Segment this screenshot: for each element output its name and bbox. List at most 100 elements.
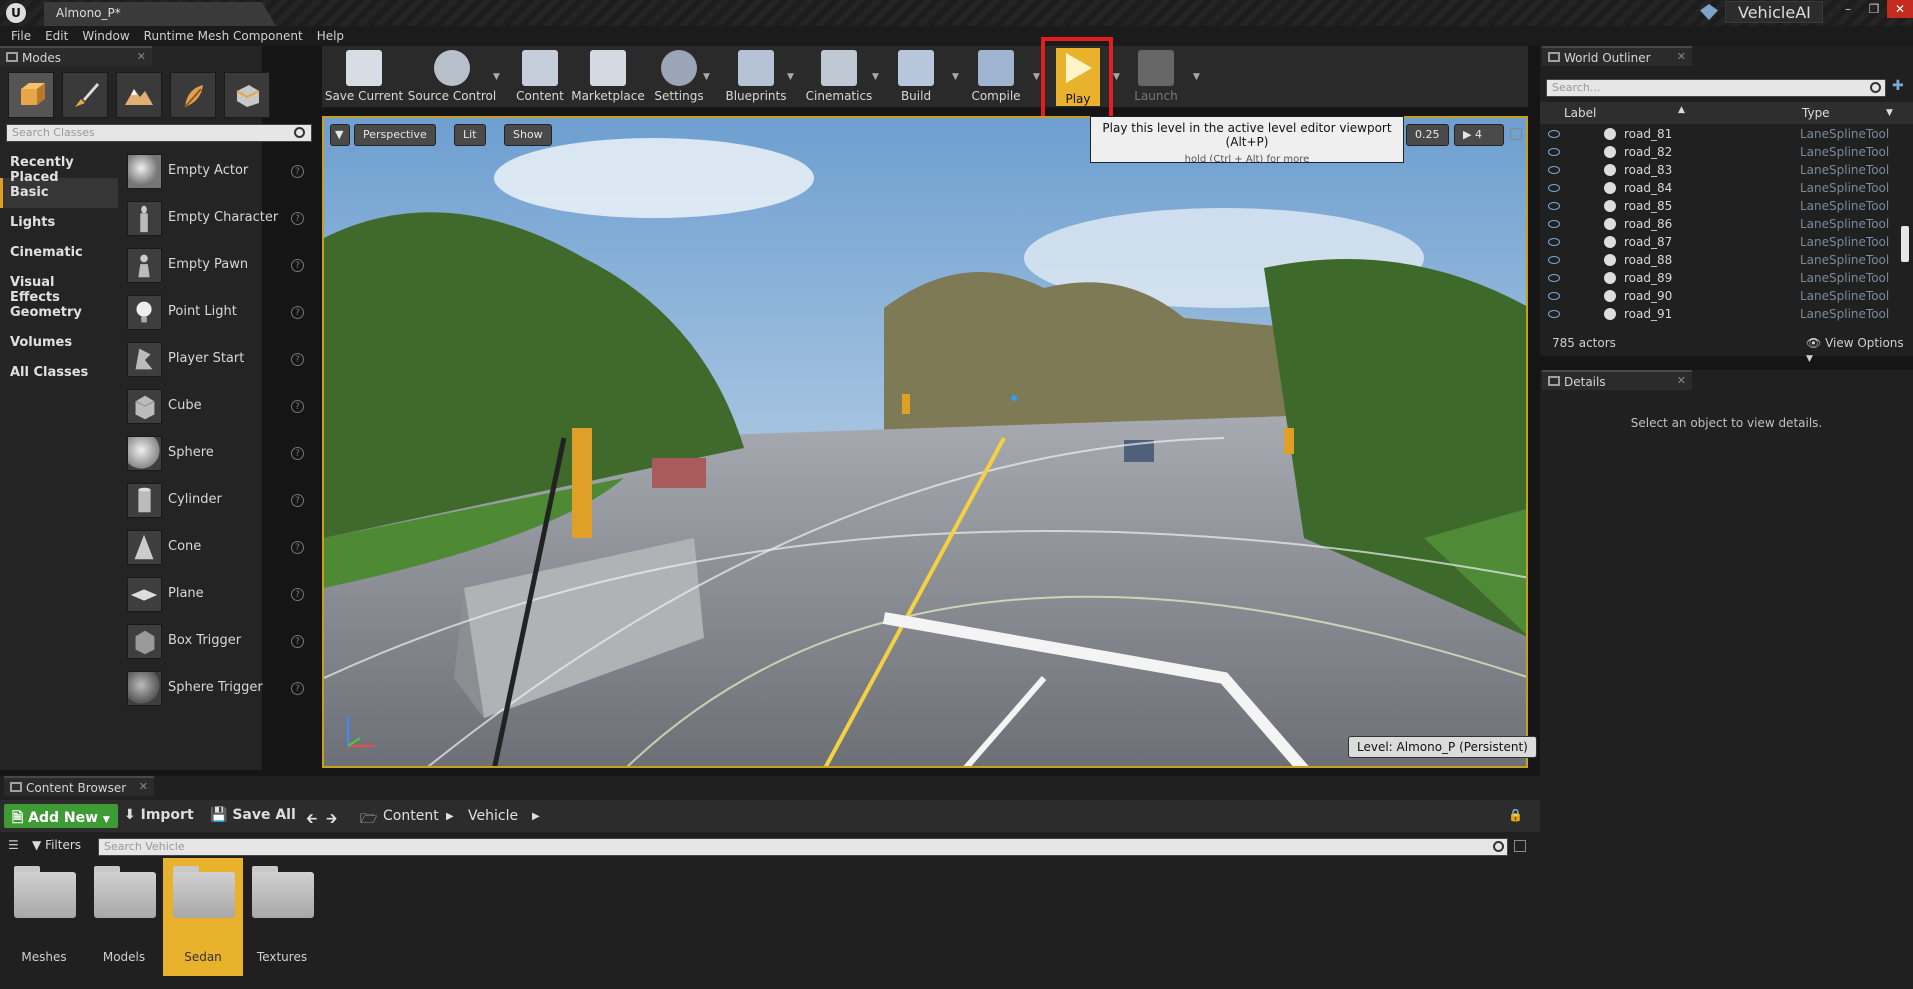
landscape-mode-button[interactable] [116, 72, 162, 118]
visibility-eye-icon[interactable] [1548, 310, 1560, 318]
actor-item[interactable]: Plane? [119, 571, 312, 618]
chevron-down-icon[interactable]: ▼ [703, 72, 713, 82]
help-icon[interactable]: ? [291, 682, 304, 695]
geometry-mode-button[interactable] [224, 72, 270, 118]
folder-sedan[interactable]: Sedan [163, 858, 243, 976]
outliner-search-input[interactable]: Search... [1546, 79, 1886, 97]
chevron-down-icon[interactable]: ▼ [952, 72, 962, 82]
source-control-button[interactable]: Source Control [406, 48, 498, 106]
visibility-eye-icon[interactable] [1548, 202, 1560, 210]
category-lights[interactable]: Lights [0, 208, 118, 238]
actor-item[interactable]: Sphere Trigger? [119, 665, 312, 712]
visibility-eye-icon[interactable] [1548, 292, 1560, 300]
visibility-eye-icon[interactable] [1548, 148, 1560, 156]
help-icon[interactable]: ? [291, 541, 304, 554]
actor-item[interactable]: Point Light? [119, 289, 312, 336]
chevron-down-icon[interactable]: ▼ [1886, 108, 1893, 118]
tab-content-browser[interactable]: Content Browser ✕ [4, 776, 154, 796]
chevron-down-icon[interactable]: ▼ [872, 72, 882, 82]
marketplace-button[interactable]: Marketplace [570, 48, 646, 106]
help-icon[interactable]: ? [291, 588, 304, 601]
add-new-button[interactable]: 🗎 Add New ▼ [4, 804, 118, 828]
maximize-icon[interactable]: ❐ [1861, 0, 1887, 18]
help-icon[interactable]: ? [291, 447, 304, 460]
folder-textures[interactable]: Textures [242, 858, 322, 976]
category-recently-placed[interactable]: Recently Placed [0, 148, 118, 185]
chevron-down-icon[interactable]: ▼ [493, 72, 503, 82]
minimize-icon[interactable]: – [1835, 0, 1861, 18]
level-viewport[interactable]: ▼ Perspective Lit Show 0.25 ▶ 4 [322, 116, 1528, 768]
show-button[interactable]: Show [504, 124, 552, 146]
outliner-row[interactable]: road_91 LaneSplineTool [1540, 305, 1900, 323]
visibility-eye-icon[interactable] [1548, 238, 1560, 246]
outliner-row[interactable]: road_90 LaneSplineTool [1540, 287, 1900, 305]
tab-modes[interactable]: Modes ✕ [0, 46, 152, 66]
category-all-classes[interactable]: All Classes [0, 358, 118, 388]
category-cinematic[interactable]: Cinematic [0, 238, 118, 268]
visibility-eye-icon[interactable] [1548, 274, 1560, 282]
close-icon[interactable]: ✕ [137, 50, 146, 63]
menu-file[interactable]: File [4, 29, 38, 43]
viewport-options-button[interactable]: ▼ [330, 124, 350, 146]
close-icon[interactable]: ✕ [1887, 0, 1913, 18]
add-actor-icon[interactable]: ✚ [1892, 78, 1904, 94]
outliner-scrollbar[interactable] [1901, 226, 1909, 262]
tab-world-outliner[interactable]: World Outliner ✕ [1542, 46, 1692, 66]
menu-window[interactable]: Window [75, 29, 136, 43]
content-button[interactable]: Content [512, 48, 568, 106]
chevron-right-icon[interactable]: ▶ [446, 811, 454, 822]
visibility-eye-icon[interactable] [1548, 166, 1560, 174]
perspective-button[interactable]: Perspective [354, 124, 436, 146]
help-icon[interactable]: ? [291, 494, 304, 507]
outliner-row[interactable]: road_83 LaneSplineTool [1540, 161, 1900, 179]
outliner-row[interactable]: road_84 LaneSplineTool [1540, 179, 1900, 197]
document-tab[interactable]: Almono_P* [44, 2, 276, 26]
search-classes-input[interactable]: Search Classes [6, 124, 312, 142]
actor-item[interactable]: Empty Pawn? [119, 242, 312, 289]
outliner-row[interactable]: road_89 LaneSplineTool [1540, 269, 1900, 287]
menu-help[interactable]: Help [310, 29, 351, 43]
actor-item[interactable]: Box Trigger? [119, 618, 312, 665]
breadcrumb-content[interactable]: Content [383, 808, 439, 824]
folder-meshes[interactable]: Meshes [4, 858, 84, 976]
category-volumes[interactable]: Volumes [0, 328, 118, 358]
chevron-down-icon[interactable]: ▼ [787, 72, 797, 82]
save-current-button[interactable]: Save Current [324, 48, 404, 106]
camera-speed-button[interactable]: ▶ 4 [1454, 124, 1504, 146]
help-icon[interactable]: ? [291, 259, 304, 272]
help-icon[interactable]: ? [291, 400, 304, 413]
help-icon[interactable]: ? [291, 165, 304, 178]
actor-item[interactable]: Empty Character? [119, 195, 312, 242]
sources-toggle-icon[interactable]: ☰ [8, 838, 19, 852]
actor-item[interactable]: Player Start? [119, 336, 312, 383]
menu-edit[interactable]: Edit [38, 29, 75, 43]
filters-button[interactable]: ▼ Filters [32, 838, 81, 852]
chevron-right-icon[interactable]: ▶ [532, 811, 540, 822]
actor-item[interactable]: Cylinder? [119, 477, 312, 524]
cinematics-button[interactable]: Cinematics [804, 48, 874, 106]
maximize-viewport-icon[interactable] [1510, 128, 1522, 140]
actor-item[interactable]: Sphere? [119, 430, 312, 477]
outliner-row[interactable]: road_86 LaneSplineTool [1540, 215, 1900, 233]
lock-icon[interactable]: 🔒 [1508, 808, 1523, 822]
close-icon[interactable]: ✕ [1677, 50, 1686, 63]
outliner-row[interactable]: road_82 LaneSplineTool [1540, 143, 1900, 161]
visibility-eye-icon[interactable] [1548, 184, 1560, 192]
snap-value-button[interactable]: 0.25 [1406, 124, 1449, 146]
actor-item[interactable]: Cone? [119, 524, 312, 571]
content-search-input[interactable]: Search Vehicle [98, 838, 1508, 856]
visibility-eye-icon[interactable] [1548, 130, 1560, 138]
tab-details[interactable]: Details ✕ [1542, 370, 1692, 390]
launch-button[interactable]: Launch [1130, 48, 1182, 106]
save-search-icon[interactable] [1514, 840, 1526, 852]
visibility-eye-icon[interactable] [1548, 256, 1560, 264]
view-options-button[interactable]: 👁 View Options ▼ [1806, 336, 1913, 364]
help-icon[interactable]: ? [291, 353, 304, 366]
settings-button[interactable]: Settings [650, 48, 708, 106]
chevron-down-icon[interactable]: ▼ [1193, 72, 1203, 82]
outliner-row[interactable]: road_88 LaneSplineTool [1540, 251, 1900, 269]
compile-button[interactable]: Compile [968, 48, 1024, 106]
actor-item[interactable]: Empty Actor? [119, 148, 312, 195]
foliage-mode-button[interactable] [170, 72, 216, 118]
breadcrumb-vehicle[interactable]: Vehicle [468, 808, 518, 824]
